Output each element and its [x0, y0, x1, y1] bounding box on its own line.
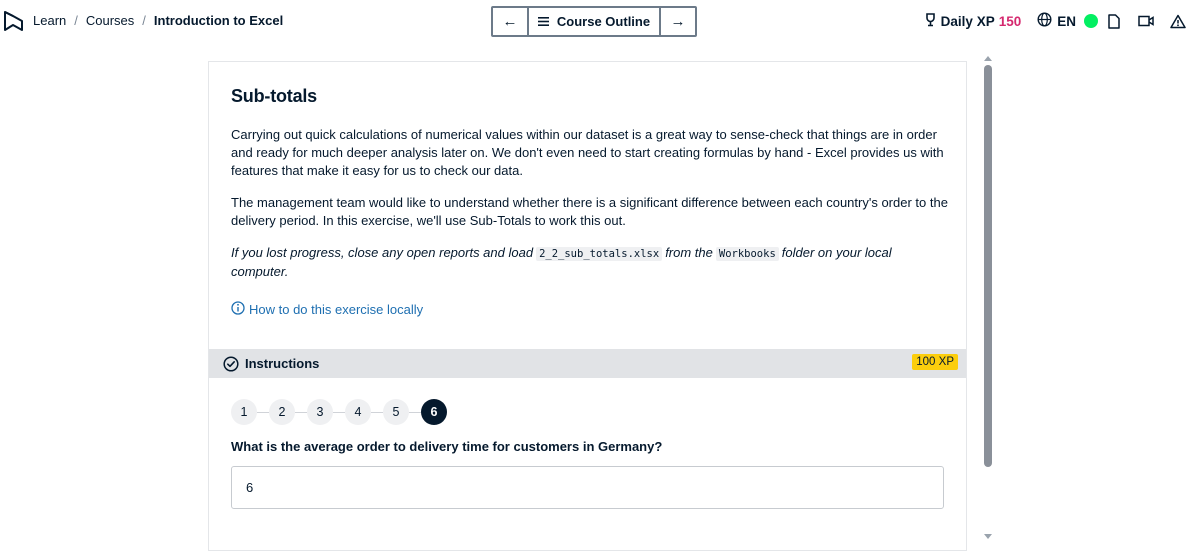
step-button-1[interactable]: 1 — [231, 399, 257, 425]
course-outline-button[interactable]: Course Outline — [527, 8, 661, 35]
breadcrumb-current-course[interactable]: Introduction to Excel — [154, 13, 283, 28]
breadcrumb-learn[interactable]: Learn — [33, 13, 66, 28]
step-connector — [295, 411, 307, 413]
language-label: EN — [1057, 13, 1076, 29]
trophy-icon — [924, 12, 937, 30]
step-button-3[interactable]: 3 — [307, 399, 333, 425]
exercise-note: If you lost progress, close any open rep… — [231, 244, 951, 281]
exercise-title: Sub-totals — [231, 86, 317, 106]
report-issue-icon[interactable] — [1170, 13, 1186, 29]
step-button-2[interactable]: 2 — [269, 399, 295, 425]
scrollbar-thumb[interactable] — [984, 65, 992, 467]
note-text: from the — [665, 245, 713, 260]
breadcrumb-separator: / — [142, 13, 146, 28]
top-navigation-bar: Learn / Courses / Introduction to Excel … — [0, 0, 1200, 42]
how-to-exercise-locally-link[interactable]: How to do this exercise locally — [231, 301, 423, 318]
step-connector — [333, 411, 345, 413]
step-button-4[interactable]: 4 — [345, 399, 371, 425]
menu-icon — [537, 14, 549, 29]
check-circle-icon — [223, 355, 239, 372]
language-selector[interactable]: EN — [1037, 12, 1076, 30]
note-text: If you lost progress, close any open rep… — [231, 245, 534, 260]
step-connector — [409, 411, 421, 413]
breadcrumb-courses[interactable]: Courses — [86, 13, 134, 28]
online-status-indicator — [1084, 14, 1098, 28]
exercise-panel: Sub-totals Carrying out quick calculatio… — [208, 61, 967, 551]
course-outline-label: Course Outline — [556, 14, 651, 29]
note-folder-name: Workbooks — [715, 247, 779, 261]
exercise-paragraph-2: The management team would like to unders… — [231, 195, 948, 228]
previous-exercise-button[interactable]: ← — [493, 8, 527, 35]
next-exercise-button[interactable]: → — [661, 8, 695, 35]
exercise-paragraph-1: Carrying out quick calculations of numer… — [231, 127, 944, 178]
instructions-label: Instructions — [245, 356, 320, 371]
daily-xp-value: 150 — [998, 13, 1022, 29]
arrow-right-icon: → — [670, 13, 686, 30]
instructions-header: Instructions 100 XP — [209, 349, 966, 378]
step-button-6-active[interactable]: 6 — [421, 399, 447, 425]
question-text: What is the average order to delivery ti… — [231, 439, 663, 454]
step-connector — [257, 411, 269, 413]
arrow-left-icon: ← — [502, 13, 518, 30]
globe-icon — [1037, 12, 1052, 30]
info-icon — [231, 301, 245, 318]
slides-icon[interactable] — [1106, 13, 1122, 29]
how-to-exercise-locally-label: How to do this exercise locally — [249, 302, 424, 317]
answer-input[interactable] — [231, 466, 944, 509]
scroll-down-arrow-icon[interactable] — [984, 534, 992, 539]
video-icon[interactable] — [1138, 13, 1154, 29]
breadcrumb-separator: / — [74, 13, 78, 28]
note-file-name: 2_2_sub_totals.xlsx — [536, 247, 663, 261]
daily-xp[interactable]: Daily XP 150 — [924, 12, 1022, 30]
xp-badge: 100 XP — [912, 354, 958, 370]
header-tools: Daily XP 150 EN — [924, 11, 1200, 31]
scroll-up-arrow-icon[interactable] — [984, 56, 992, 61]
daily-xp-label: Daily XP — [940, 13, 995, 29]
step-button-5[interactable]: 5 — [383, 399, 409, 425]
step-selector: 1 2 3 4 5 6 — [231, 399, 447, 425]
vertical-scrollbar[interactable] — [981, 56, 995, 540]
step-connector — [371, 411, 383, 413]
breadcrumb: Learn / Courses / Introduction to Excel — [33, 13, 283, 28]
datacamp-logo-icon[interactable] — [2, 9, 24, 33]
course-outline-navigation: ← Course Outline → — [491, 6, 697, 37]
